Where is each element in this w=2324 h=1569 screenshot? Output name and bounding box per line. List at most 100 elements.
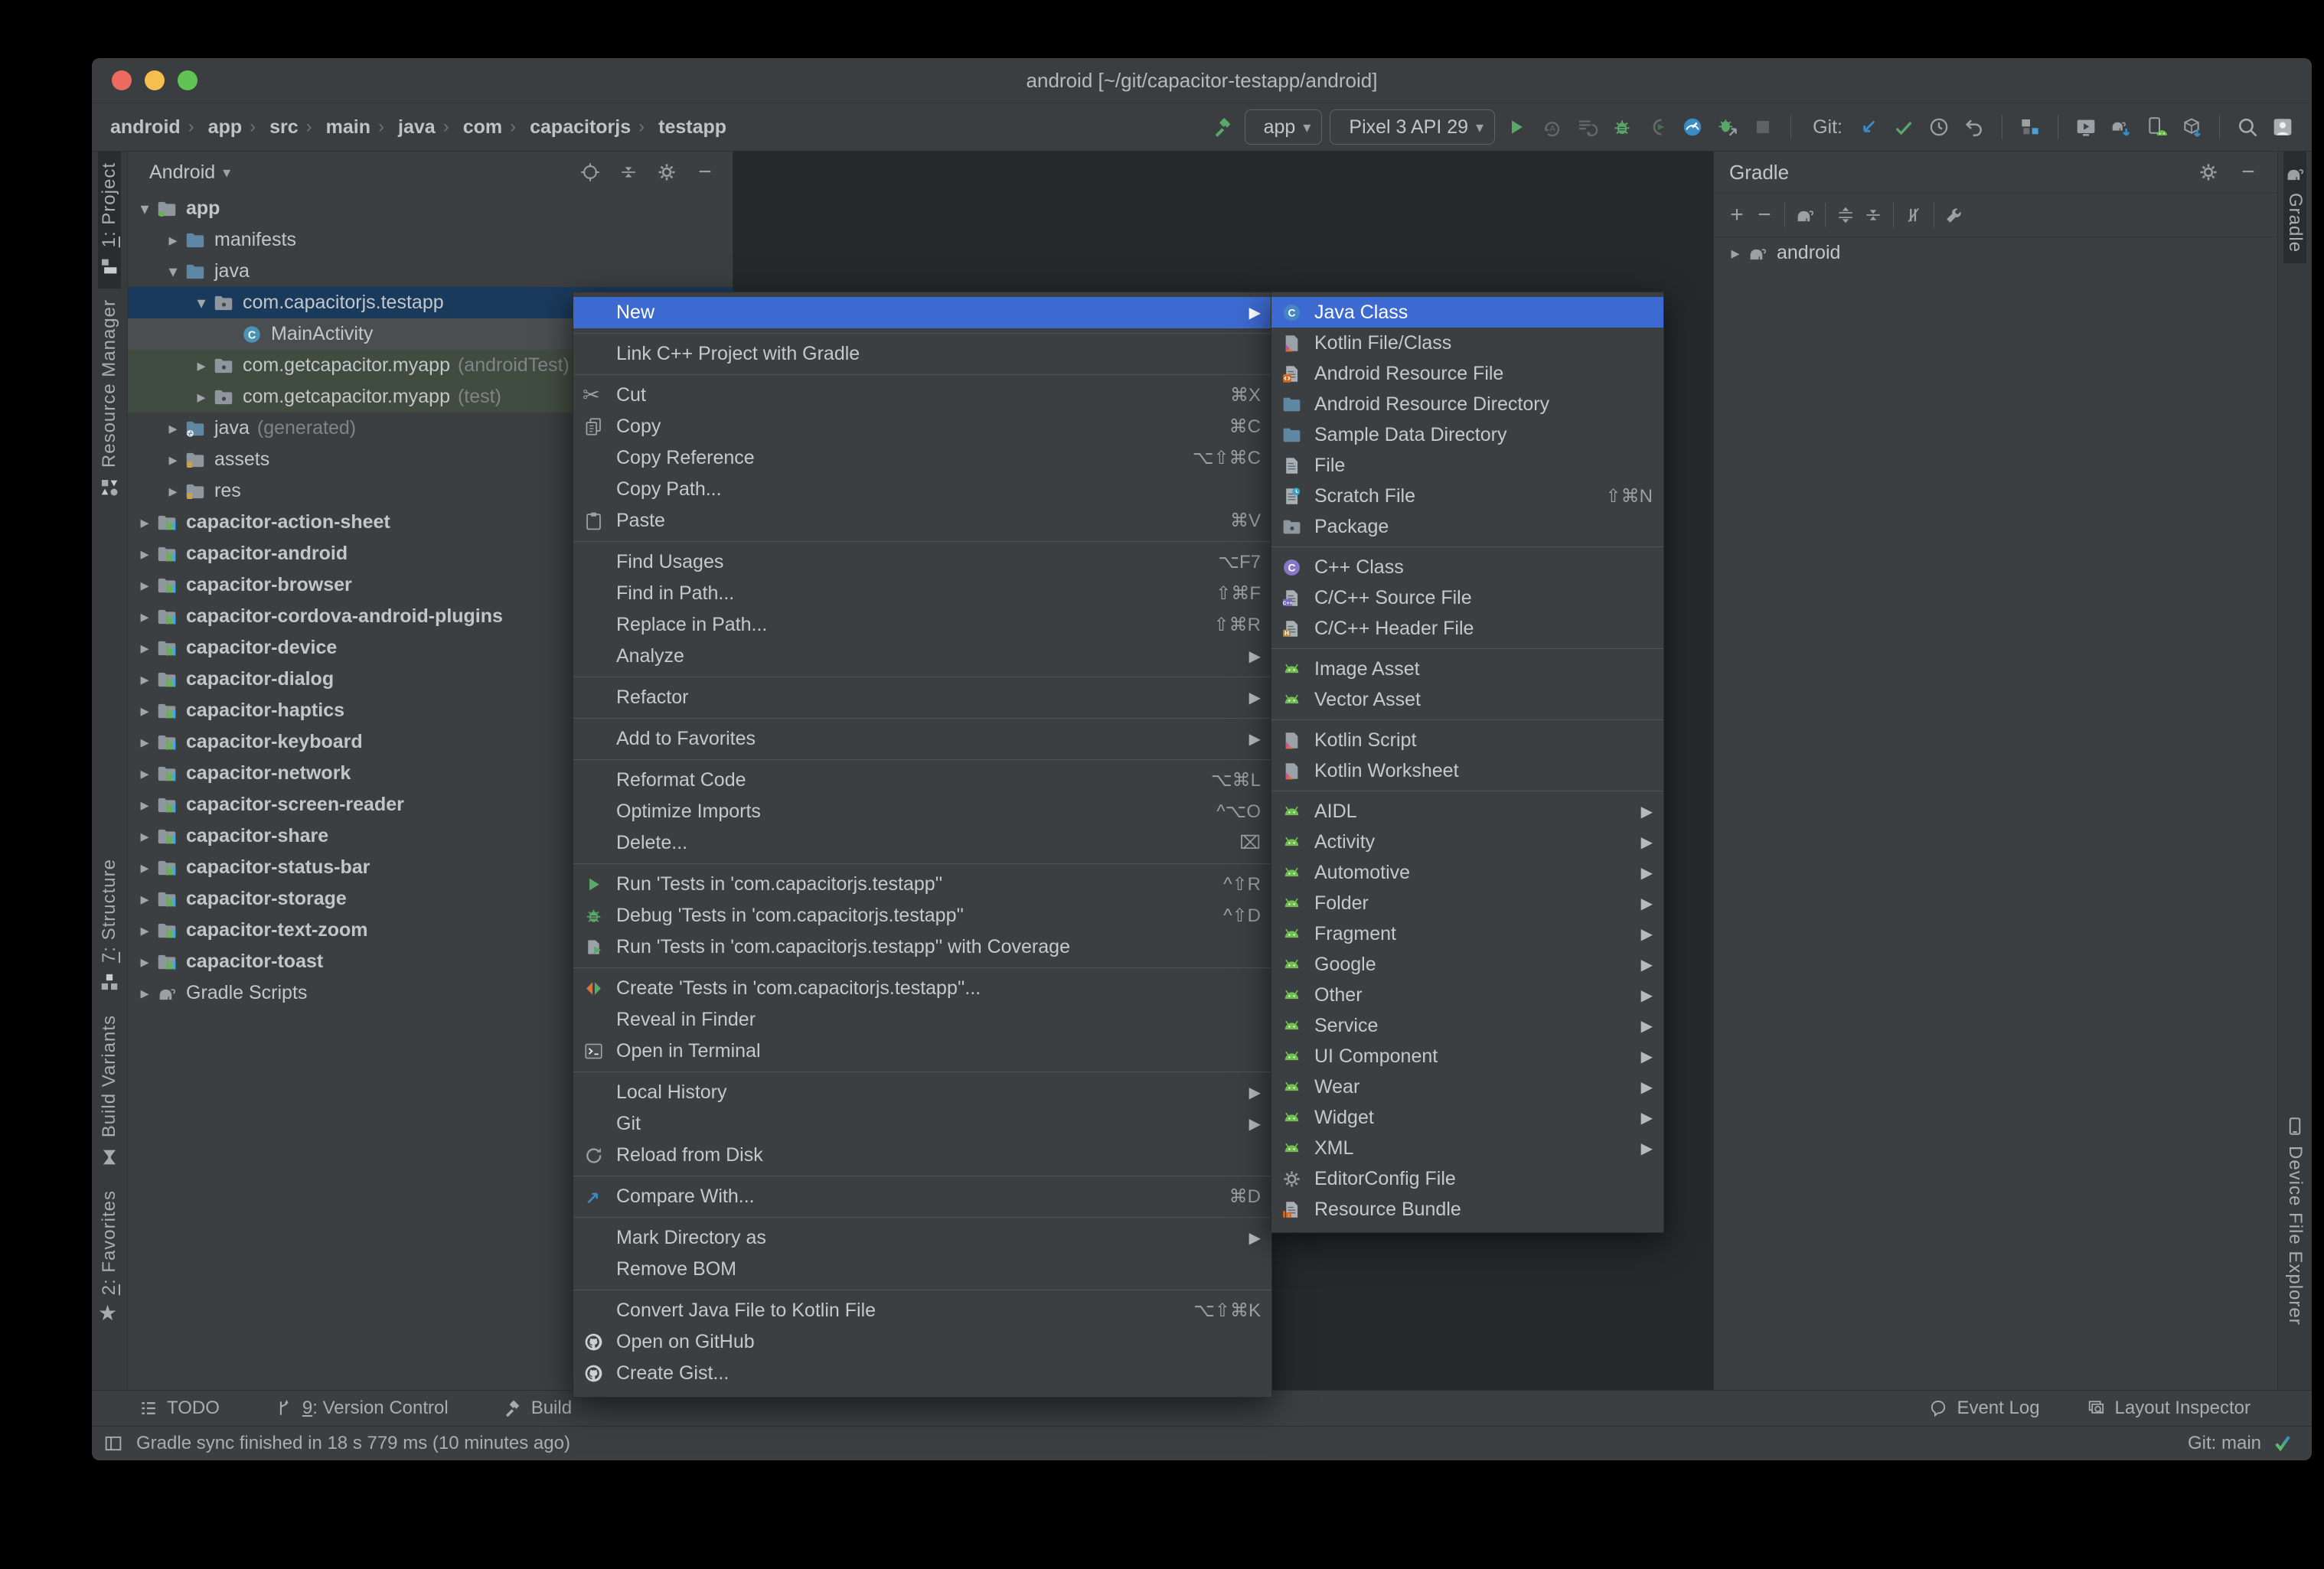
tree-expand-arrow[interactable]: ▾: [162, 262, 184, 282]
new-submenu-item-kotlin-file-class[interactable]: Kotlin File/Class: [1271, 328, 1663, 358]
breadcrumb-item-testapp[interactable]: testapp: [652, 116, 726, 139]
context-menu-item-run-tests-in-com-capacitorjs-testapp-with-co[interactable]: Run 'Tests in 'com.capacitorjs.testapp''…: [573, 931, 1271, 963]
tree-expand-arrow[interactable]: ▸: [134, 827, 155, 846]
debug-button[interactable]: [1608, 113, 1636, 141]
minus-button[interactable]: −: [2234, 158, 2262, 186]
breadcrumb-item-com[interactable]: com: [457, 116, 502, 139]
new-submenu-item-sample-data-directory[interactable]: Sample Data Directory: [1271, 419, 1663, 450]
tool-window-tab-7-structure[interactable]: 7: Structure: [98, 848, 121, 1004]
tree-expand-arrow[interactable]: ▸: [134, 513, 155, 533]
tree-expand-arrow[interactable]: ▸: [134, 544, 155, 564]
rerun-list-button[interactable]: [1573, 113, 1601, 141]
context-menu-item-debug-tests-in-com-capacitorjs-testapp[interactable]: Debug 'Tests in 'com.capacitorjs.testapp…: [573, 900, 1271, 931]
new-submenu-item-widget[interactable]: Widget ▶: [1271, 1102, 1663, 1133]
context-menu-item-create-gist[interactable]: Create Gist...: [573, 1358, 1271, 1389]
new-submenu-item-other[interactable]: Other ▶: [1271, 980, 1663, 1010]
search-button[interactable]: [2234, 113, 2261, 141]
clock-button[interactable]: [1925, 113, 1953, 141]
context-menu-item-remove-bom[interactable]: Remove BOM: [573, 1254, 1271, 1285]
toolwindow-button-layout-inspector[interactable]: Layout Inspector: [2086, 1398, 2251, 1419]
context-menu-item-convert-java-file-to-kotlin-file[interactable]: Convert Java File to Kotlin File ⌥⇧⌘K: [573, 1295, 1271, 1326]
offline-button[interactable]: [1900, 201, 1927, 229]
structure-icon-button[interactable]: [2016, 113, 2044, 141]
check-button[interactable]: [1890, 113, 1918, 141]
plus-button[interactable]: +: [1723, 201, 1751, 229]
tree-expand-arrow[interactable]: ▸: [162, 481, 184, 501]
tree-expand-arrow[interactable]: ▸: [134, 858, 155, 878]
tool-window-toggle-icon[interactable]: [103, 1433, 124, 1454]
context-menu-item-copy[interactable]: Copy ⌘C: [573, 411, 1271, 442]
attach-button[interactable]: [1643, 113, 1671, 141]
git-branch-label[interactable]: Git: main: [2188, 1433, 2261, 1454]
run-configuration-select[interactable]: app ▾: [1244, 109, 1323, 145]
context-menu-item-add-to-favorites[interactable]: Add to Favorites ▶: [573, 723, 1271, 755]
collapse-all-button[interactable]: [615, 158, 642, 186]
tree-expand-arrow[interactable]: ▸: [134, 670, 155, 690]
tree-expand-arrow[interactable]: ▸: [134, 952, 155, 972]
tree-expand-arrow[interactable]: ▸: [134, 638, 155, 658]
context-menu-item-reveal-in-finder[interactable]: Reveal in Finder: [573, 1004, 1271, 1036]
context-menu-item-analyze[interactable]: Analyze ▶: [573, 641, 1271, 672]
breadcrumb-item-capacitorjs[interactable]: capacitorjs: [524, 116, 631, 139]
tool-window-tab-1-project[interactable]: 1: Project: [98, 152, 121, 289]
project-view-selector[interactable]: Android: [149, 161, 215, 184]
tool-window-tab-resource-manager[interactable]: Resource Manager: [98, 289, 121, 509]
context-menu-item-cut[interactable]: ✂ Cut ⌘X: [573, 380, 1271, 411]
tree-item-java[interactable]: ▾ java: [128, 256, 733, 287]
toolwindow-button-build[interactable]: Build: [502, 1398, 572, 1419]
sdk-button[interactable]: [2143, 113, 2170, 141]
close-window-button[interactable]: [112, 70, 132, 90]
breadcrumb-item-java[interactable]: java: [392, 116, 436, 139]
expand-all-button[interactable]: [1832, 201, 1859, 229]
tree-item-manifests[interactable]: ▸ manifests: [128, 224, 733, 256]
gear-button[interactable]: [2195, 158, 2222, 186]
new-submenu-item-image-asset[interactable]: Image Asset: [1271, 654, 1663, 684]
tree-item-app[interactable]: ▾ app: [128, 193, 733, 224]
new-submenu-item-service[interactable]: Service ▶: [1271, 1010, 1663, 1041]
new-submenu-item-android-resource-directory[interactable]: Android Resource Directory: [1271, 389, 1663, 419]
avd-button[interactable]: [2072, 113, 2100, 141]
zoom-window-button[interactable]: [178, 70, 197, 90]
breadcrumb-item-src[interactable]: src: [263, 116, 299, 139]
breadcrumb-item-main[interactable]: main: [320, 116, 370, 139]
context-menu-item-optimize-imports[interactable]: Optimize Imports ^⌥O: [573, 796, 1271, 827]
context-menu-item-local-history[interactable]: Local History ▶: [573, 1077, 1271, 1108]
tree-expand-arrow[interactable]: ▸: [134, 701, 155, 721]
tree-expand-arrow[interactable]: ▸: [134, 983, 155, 1003]
breadcrumb-item-android[interactable]: android: [104, 116, 181, 139]
new-submenu-item-google[interactable]: Google ▶: [1271, 949, 1663, 980]
new-submenu-item-ui-component[interactable]: UI Component ▶: [1271, 1041, 1663, 1072]
context-menu-item-paste[interactable]: Paste ⌘V: [573, 505, 1271, 537]
new-submenu-item-scratch-file[interactable]: Scratch File ⇧⌘N: [1271, 481, 1663, 511]
context-menu-item-copy-path[interactable]: Copy Path...: [573, 474, 1271, 505]
new-submenu-item-package[interactable]: Package: [1271, 511, 1663, 542]
new-submenu-item-c-class[interactable]: C C++ Class: [1271, 552, 1663, 582]
context-menu-item-delete[interactable]: Delete... ⌧: [573, 827, 1271, 859]
new-submenu-item-editorconfig-file[interactable]: EditorConfig File: [1271, 1163, 1663, 1194]
context-menu-item-open-in-terminal[interactable]: Open in Terminal: [573, 1036, 1271, 1067]
elephant-button[interactable]: [1791, 201, 1819, 229]
context-menu-item-copy-reference[interactable]: Copy Reference ⌥⇧⌘C: [573, 442, 1271, 474]
breadcrumb-item-app[interactable]: app: [202, 116, 242, 139]
new-submenu-item-xml[interactable]: XML ▶: [1271, 1133, 1663, 1163]
context-menu-item-git[interactable]: Git ▶: [573, 1108, 1271, 1140]
tree-expand-arrow[interactable]: ▸: [134, 921, 155, 941]
tree-expand-arrow[interactable]: ▾: [134, 199, 155, 219]
new-submenu-item-c-c-source-file[interactable]: C++ C/C++ Source File: [1271, 582, 1663, 613]
context-menu-item-refactor[interactable]: Refactor ▶: [573, 682, 1271, 713]
context-menu-item-replace-in-path[interactable]: Replace in Path... ⇧⌘R: [573, 609, 1271, 641]
tree-expand-arrow[interactable]: ▸: [134, 576, 155, 595]
tree-expand-arrow[interactable]: ▸: [162, 450, 184, 470]
tree-expand-arrow[interactable]: ▸: [134, 764, 155, 784]
context-menu-item-new[interactable]: New ▶: [573, 297, 1271, 328]
bug-arrow-button[interactable]: [1714, 113, 1741, 141]
wrench-button[interactable]: [1940, 201, 1968, 229]
context-menu-item-open-on-github[interactable]: Open on GitHub: [573, 1326, 1271, 1358]
minimize-window-button[interactable]: [145, 70, 165, 90]
tree-expand-arrow[interactable]: ▸: [134, 732, 155, 752]
context-menu-item-compare-with[interactable]: Compare With... ⌘D: [573, 1181, 1271, 1212]
gauge-button[interactable]: [1679, 113, 1706, 141]
toolwindow-button-event-log[interactable]: Event Log: [1927, 1398, 2040, 1419]
new-submenu-item-wear[interactable]: Wear ▶: [1271, 1072, 1663, 1102]
arrow-dl-button[interactable]: [1855, 113, 1882, 141]
